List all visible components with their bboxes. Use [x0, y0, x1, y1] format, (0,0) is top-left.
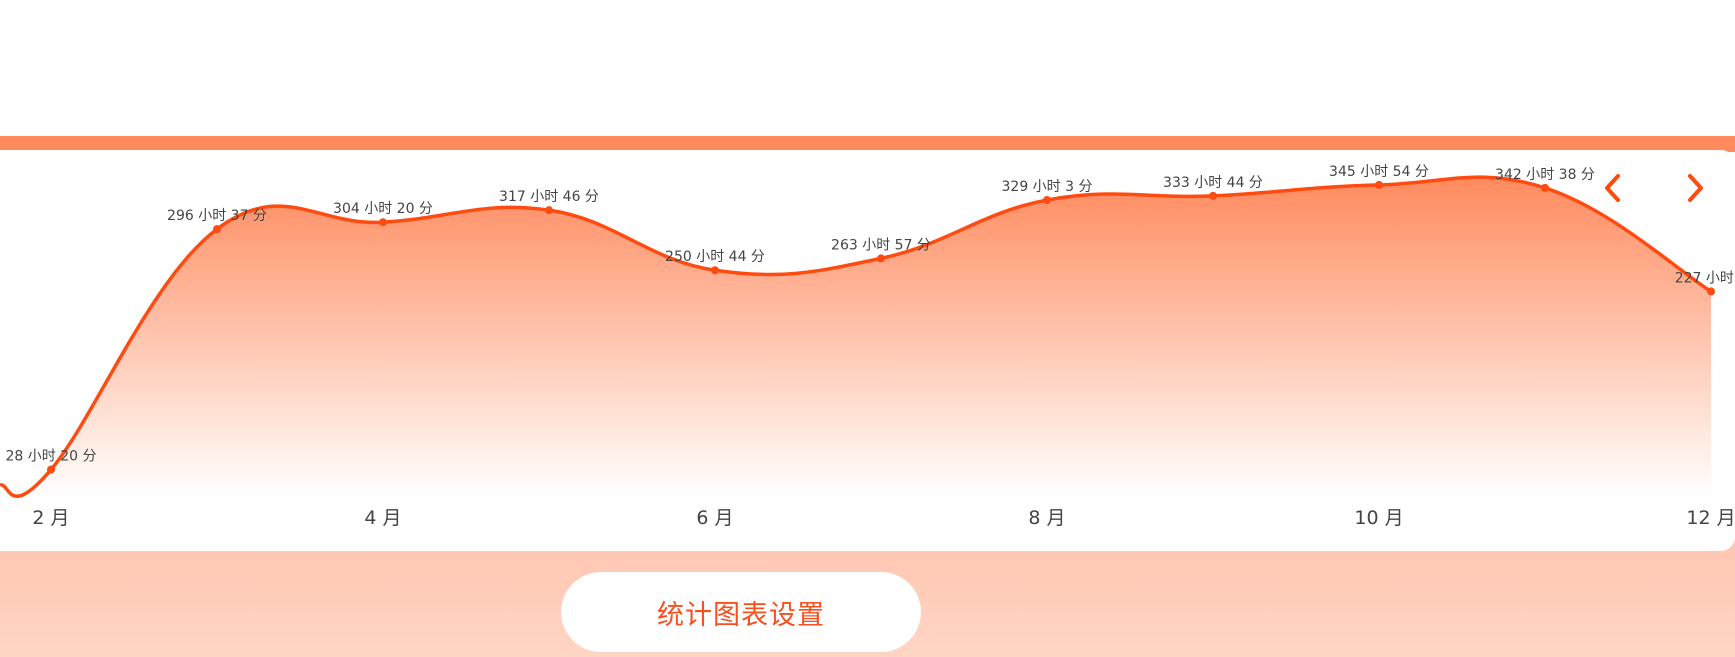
monthly-usage-chart: 28 小时 20 分 296 小时 37 分 304 小时 20 分 317 小时 4…	[0, 164, 1735, 529]
data-point[interactable]	[379, 218, 387, 227]
data-label: 342 小时 38 分	[1495, 167, 1595, 183]
x-tick-label: 2 月	[32, 507, 69, 529]
data-point[interactable]	[1541, 183, 1549, 192]
data-label: 329 小时 3 分	[1002, 179, 1093, 195]
data-label: 317 小时 46 分	[499, 189, 599, 205]
x-tick-label: 4 月	[364, 507, 401, 529]
data-label: 263 小时 57 分	[831, 237, 931, 253]
area-fill	[0, 177, 1711, 497]
data-label: 227 小时 8	[1675, 270, 1735, 286]
data-label: 345 小时 54 分	[1329, 164, 1429, 180]
data-point[interactable]	[877, 254, 885, 263]
data-point[interactable]	[711, 266, 719, 275]
x-tick-label: 10 月	[1354, 507, 1403, 529]
data-label: 296 小时 37 分	[167, 208, 267, 224]
data-point[interactable]	[1043, 196, 1051, 205]
data-label: 250 小时 44 分	[665, 249, 765, 265]
data-point[interactable]	[47, 465, 55, 474]
data-label: 28 小时 20 分	[6, 449, 97, 465]
data-label: 333 小时 44 分	[1163, 175, 1263, 191]
x-tick-label: 6 月	[696, 507, 733, 529]
data-point[interactable]	[1707, 287, 1715, 296]
top-blank-area	[0, 0, 1735, 136]
data-label: 304 小时 20 分	[333, 201, 433, 217]
data-point[interactable]	[545, 206, 553, 215]
x-tick-label: 8 月	[1028, 507, 1065, 529]
data-point[interactable]	[1209, 191, 1217, 200]
chart-settings-button[interactable]: 统计图表设置	[561, 572, 921, 652]
data-point[interactable]	[213, 225, 221, 234]
data-point[interactable]	[1375, 180, 1383, 189]
x-tick-label: 12 月	[1686, 507, 1735, 529]
